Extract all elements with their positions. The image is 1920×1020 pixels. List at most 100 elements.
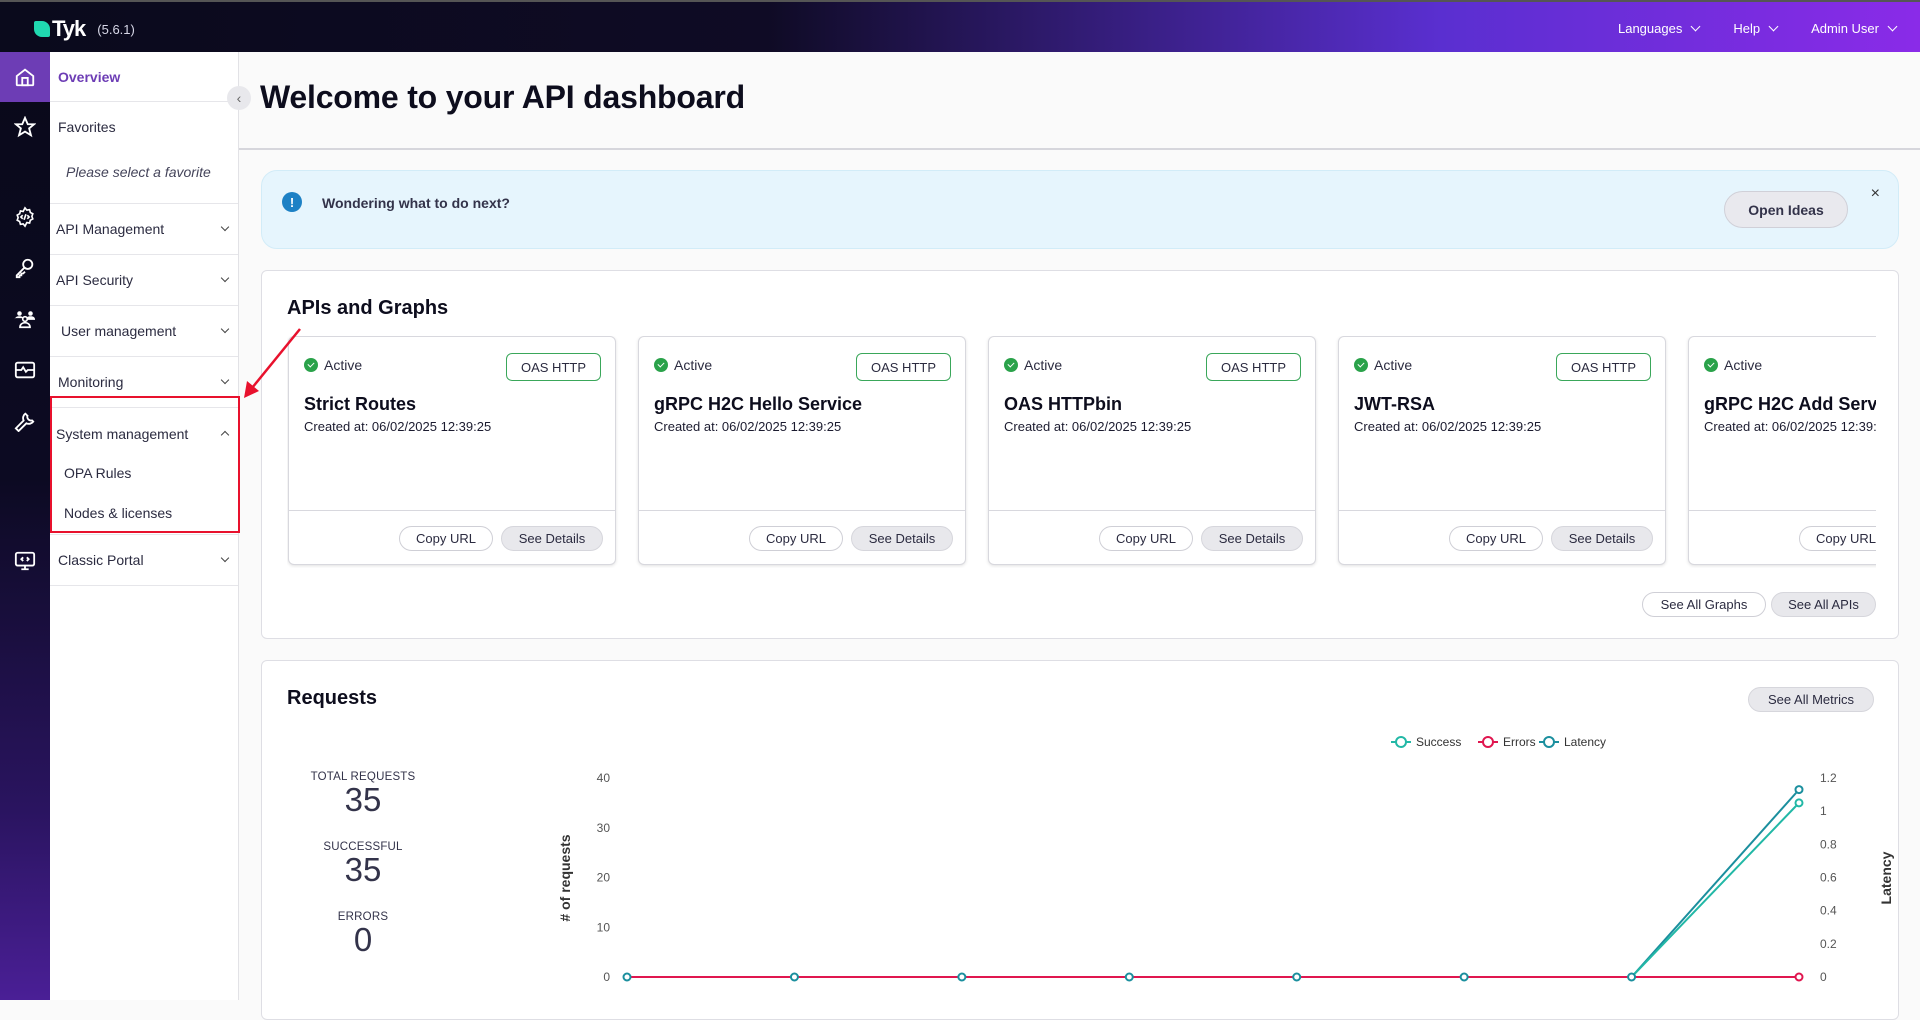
status-indicator: Active — [654, 357, 712, 373]
see-details-button[interactable]: See Details — [1551, 526, 1653, 551]
y-tick-label: 10 — [597, 920, 611, 934]
status-indicator: Active — [1704, 357, 1762, 373]
legend-label-errors: Errors — [1503, 735, 1536, 749]
apis-section-title: APIs and Graphs — [287, 297, 449, 319]
rail-api-management[interactable] — [0, 192, 50, 242]
api-cards-carousel: Active OAS HTTP Strict Routes Created at: 0… — [287, 336, 1876, 568]
chevron-down-icon — [1887, 21, 1898, 31]
card-divider — [289, 510, 615, 511]
ideas-banner: ! Wondering what to do next? Open Ideas … — [261, 170, 1899, 249]
check-circle-icon — [1704, 358, 1718, 372]
sidebar-item-api-management[interactable]: API Management — [50, 204, 238, 255]
see-all-graphs-button[interactable]: See All Graphs — [1642, 592, 1766, 617]
sidebar-item-label: Favorites — [58, 119, 116, 135]
copy-url-button[interactable]: Copy URL — [1449, 526, 1543, 551]
sidebar-item-label: Monitoring — [58, 374, 124, 390]
sidebar-item-classic-portal[interactable]: Classic Portal — [50, 535, 238, 586]
api-name: JWT-RSA — [1354, 394, 1435, 414]
api-card[interactable]: Active OAS HTTP JWT-RSA Created at: 06/02/2… — [1338, 336, 1666, 565]
see-all-apis-button[interactable]: See All APIs — [1771, 592, 1876, 617]
sidebar-item-api-security[interactable]: API Security — [50, 255, 238, 306]
see-details-button[interactable]: See Details — [851, 526, 953, 551]
sidebar-item-user-management[interactable]: User management — [50, 306, 238, 357]
users-icon — [14, 311, 36, 329]
api-created-at: Created at: 06/02/2025 12:39:25 — [1354, 419, 1542, 434]
api-created-at: Created at: 06/02/2025 12:39:25 — [654, 419, 842, 434]
open-ideas-button[interactable]: Open Ideas — [1724, 191, 1848, 228]
rail-monitoring[interactable] — [0, 345, 50, 395]
main-content: Welcome to your API dashboard ! Wonderin… — [239, 52, 1920, 1020]
tyk-logo[interactable]: Tyk (5.6.1) — [34, 16, 135, 42]
rail-system-management[interactable] — [0, 396, 50, 446]
rail-user-management[interactable] — [0, 294, 50, 344]
status-label: Active — [1724, 357, 1763, 373]
user-menu[interactable]: Admin User — [1811, 21, 1898, 36]
y2-tick-label: 1 — [1820, 804, 1827, 818]
top-nav: Languages Help Admin User — [1618, 2, 1898, 54]
sidebar: Overview Favorites Please select a favor… — [50, 52, 239, 1000]
version-label: (5.6.1) — [97, 21, 135, 37]
y2-tick-label: 0.6 — [1820, 871, 1837, 885]
rail-api-security[interactable] — [0, 243, 50, 293]
see-details-button[interactable]: See Details — [501, 526, 603, 551]
chevron-left-icon: ‹ — [236, 90, 242, 106]
status-label: Active — [1024, 357, 1063, 373]
collapse-sidebar-button[interactable]: ‹ — [227, 86, 251, 110]
api-card[interactable]: ActiveOAS HTTPgRPC H2C Add ServiceCreate… — [1688, 336, 1876, 565]
status-indicator: Active — [304, 357, 362, 373]
chevron-down-icon — [220, 375, 230, 385]
sidebar-subitem-nodes-licenses[interactable]: Nodes & licenses — [50, 498, 238, 535]
languages-menu[interactable]: Languages — [1618, 21, 1701, 36]
api-name: OAS HTTPbin — [1004, 394, 1122, 414]
sidebar-item-label: Overview — [58, 68, 121, 85]
data-point-latency — [1794, 785, 1804, 795]
api-created-at: Created at: 06/02/2025 12:39:25 — [304, 419, 492, 434]
sidebar-subitem-label: OPA Rules — [64, 465, 132, 481]
icon-rail — [0, 52, 50, 1000]
help-label: Help — [1733, 20, 1761, 36]
status-indicator: Active — [1004, 357, 1062, 373]
rail-home[interactable] — [0, 52, 50, 102]
sidebar-subitem-opa-rules[interactable]: OPA Rules — [50, 458, 238, 488]
rail-classic-portal[interactable] — [0, 536, 50, 586]
y2-tick-label: 1.2 — [1820, 771, 1837, 785]
top-bar: Tyk (5.6.1) Languages Help Admin User — [0, 0, 1920, 52]
api-name: gRPC H2C Add Service — [1704, 394, 1876, 414]
api-created-at: Created at: 06/02/2025 12:39:25 — [1004, 419, 1192, 434]
rail-favorites[interactable] — [0, 102, 50, 152]
sidebar-item-overview[interactable]: Overview — [50, 52, 238, 102]
sidebar-item-monitoring[interactable]: Monitoring — [50, 357, 238, 408]
close-icon[interactable]: × — [1871, 185, 1880, 203]
help-menu[interactable]: Help — [1733, 20, 1779, 36]
portal-screen-icon — [14, 551, 36, 571]
api-card[interactable]: Active OAS HTTP Strict Routes Created at: 0… — [288, 336, 616, 565]
sidebar-item-label: API Management — [56, 221, 165, 237]
sidebar-item-system-management[interactable]: System management — [50, 408, 238, 459]
status-indicator: Active — [1354, 357, 1412, 373]
home-icon — [15, 68, 35, 87]
chevron-down-icon — [220, 324, 230, 334]
chevron-down-icon — [220, 553, 230, 563]
see-details-button[interactable]: See Details — [1201, 526, 1303, 551]
copy-url-button[interactable]: Copy URL — [749, 526, 843, 551]
api-card[interactable]: Active OAS HTTP gRPC H2C Hello Service Crea… — [638, 336, 966, 565]
copy-url-button[interactable]: Copy URL — [399, 526, 493, 551]
check-circle-icon — [304, 358, 318, 372]
divider — [239, 148, 1920, 150]
legend-marker-errors — [1482, 736, 1494, 748]
y-tick-label: 20 — [597, 871, 611, 885]
api-card[interactable]: Active OAS HTTP OAS HTTPbin Created at: 06/… — [988, 336, 1316, 565]
copy-url-button[interactable]: Copy URL — [1799, 526, 1876, 551]
wrench-icon — [14, 412, 35, 432]
series-line-success — [627, 802, 1800, 978]
key-icon — [15, 258, 34, 279]
check-circle-icon — [1354, 358, 1368, 372]
chevron-down-icon — [1690, 21, 1701, 31]
card-divider — [1689, 510, 1876, 511]
y2-tick-label: 0.4 — [1820, 904, 1837, 918]
sidebar-item-favorites[interactable]: Favorites — [50, 102, 238, 152]
copy-url-button[interactable]: Copy URL — [1099, 526, 1193, 551]
y-axis-label: # of requests — [557, 834, 573, 921]
sidebar-item-label: Classic Portal — [58, 552, 144, 568]
requests-chart: 0 10 20 30 40 0 0.2 0.4 0.6 0.8 1 1.2 # of requests L… — [557, 735, 1894, 984]
